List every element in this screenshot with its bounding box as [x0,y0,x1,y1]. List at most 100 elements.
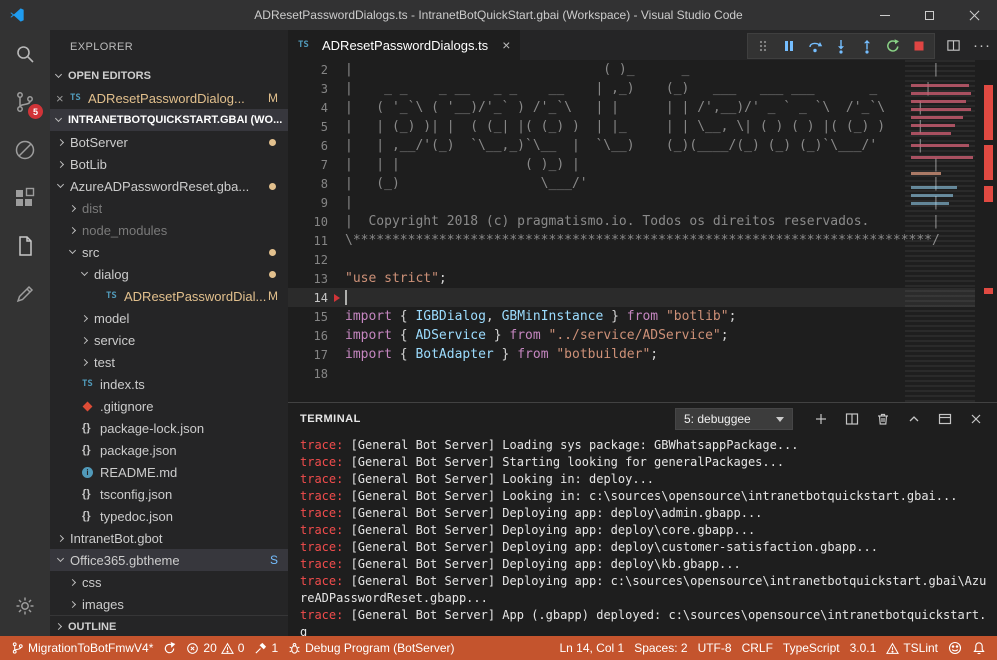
tree-item-gitignore[interactable]: .gitignore [50,395,288,417]
line-number[interactable]: 18 [288,367,328,381]
line-number[interactable]: 7 [288,158,328,172]
collapse-panel-icon[interactable] [905,410,923,428]
tree-item-src[interactable]: src [50,241,288,263]
language-mode-item[interactable]: TypeScript [778,636,845,660]
kill-terminal-icon[interactable] [874,410,892,428]
line-number[interactable]: 12 [288,253,328,267]
open-editor-item[interactable]: × TS ADResetPasswordDialog... M [50,87,288,109]
line-number[interactable]: 2 [288,63,328,77]
restart-icon[interactable] [883,36,903,56]
gear-icon[interactable] [0,582,50,630]
line-number[interactable]: 10 [288,215,328,229]
feedback-smiley-icon[interactable] [943,636,967,660]
tree-item-service[interactable]: service [50,329,288,351]
line-number[interactable]: 11 [288,234,328,248]
debug-icon[interactable] [0,126,50,174]
line-number[interactable]: 15 [288,310,328,324]
tab-label: ADResetPasswordDialogs.ts [322,38,488,53]
tree-item-package-lock-json[interactable]: {}package-lock.json [50,417,288,439]
code-line-16: 16import { ADService } from "../service/… [288,326,997,345]
maximize-panel-icon[interactable] [936,410,954,428]
terminal-line: trace: [General Bot Server] Loading sys … [300,437,987,454]
code-line-13: 13"use strict"; [288,269,997,288]
search-icon[interactable] [0,30,50,78]
step-over-icon[interactable] [805,36,825,56]
split-terminal-icon[interactable] [843,410,861,428]
line-number[interactable]: 5 [288,120,328,134]
tree-item-adresetpassworddial[interactable]: TSADResetPasswordDial...M [50,285,288,307]
more-actions-icon[interactable]: ··· [973,37,991,54]
tree-item-azureadpasswordreset-gba[interactable]: AzureADPasswordReset.gba... [50,175,288,197]
tree-item-label: service [94,333,135,348]
eol-item[interactable]: CRLF [737,636,778,660]
tree-item-intranetbot-gbot[interactable]: IntranetBot.gbot [50,527,288,549]
line-number[interactable]: 9 [288,196,328,210]
line-number[interactable]: 4 [288,101,328,115]
drag-handle-icon[interactable] [753,36,773,56]
ts-version-item[interactable]: 3.0.1 [845,636,882,660]
tree-item-node-modules[interactable]: node_modules [50,219,288,241]
problems-item[interactable]: 20 0 [181,636,249,660]
terminal-output[interactable]: trace: [General Bot Server] Loading sys … [300,437,987,636]
tree-item-package-json[interactable]: {}package.json [50,439,288,461]
tree-item-test[interactable]: test [50,351,288,373]
minimize-button[interactable] [862,0,907,30]
indentation-item[interactable]: Spaces: 2 [629,636,692,660]
tree-item-index-ts[interactable]: TSindex.ts [50,373,288,395]
open-editors-header[interactable]: OPEN EDITORS [50,65,288,87]
tree-item-tsconfig-json[interactable]: {}tsconfig.json [50,483,288,505]
line-number[interactable]: 8 [288,177,328,191]
line-number[interactable]: 13 [288,272,328,286]
overview-ruler[interactable] [975,60,997,402]
tree-item-images[interactable]: images [50,593,288,615]
tree-item-botlib[interactable]: BotLib [50,153,288,175]
close-panel-icon[interactable] [967,410,985,428]
tab-adresetpassworddialogs[interactable]: TS ADResetPasswordDialogs.ts × [288,30,520,60]
new-terminal-icon[interactable] [812,410,830,428]
notifications-bell-icon[interactable] [967,636,991,660]
encoding-item[interactable]: UTF-8 [693,636,737,660]
workspace-header[interactable]: INTRANETBOTQUICKSTART.GBAI (WO... [50,109,288,131]
line-number[interactable]: 6 [288,139,328,153]
sync-item[interactable] [158,636,181,660]
minimap[interactable] [905,60,975,402]
tree-item-readme-md[interactable]: iREADME.md [50,461,288,483]
source-control-icon[interactable]: 5 [0,78,50,126]
sidebar-title: EXPLORER [50,30,288,65]
extensions-icon[interactable] [0,174,50,222]
edit-icon[interactable] [0,270,50,318]
step-out-icon[interactable] [857,36,877,56]
tree-item-typedoc-json[interactable]: {}typedoc.json [50,505,288,527]
git-branch-item[interactable]: MigrationToBotFmwV4* [6,636,158,660]
maximize-button[interactable] [907,0,952,30]
tree-item-dialog[interactable]: dialog [50,263,288,285]
line-number[interactable]: 14 [288,291,328,305]
stop-icon[interactable] [909,36,929,56]
files-icon[interactable] [0,222,50,270]
close-icon[interactable]: × [502,37,510,53]
step-into-icon[interactable] [831,36,851,56]
code-editor[interactable]: 2| ( )_ _ |3| _ _ _ __ _ _ __ | ,_) (_) … [288,60,997,402]
pause-icon[interactable] [779,36,799,56]
terminal-selector[interactable]: 5: debuggee [675,408,793,430]
cursor-position-item[interactable]: Ln 14, Col 1 [554,636,629,660]
open-editor-label: ADResetPasswordDialog... [88,91,245,106]
tree-item-model[interactable]: model [50,307,288,329]
tree-item-botserver[interactable]: BotServer [50,131,288,153]
build-tasks-item[interactable]: 1 [249,636,283,660]
split-editor-icon[interactable] [943,35,963,55]
close-button[interactable] [952,0,997,30]
line-number[interactable]: 3 [288,82,328,96]
line-number[interactable]: 17 [288,348,328,362]
outline-header[interactable]: OUTLINE [50,615,288,636]
line-number[interactable]: 16 [288,329,328,343]
tree-item-office365-gbtheme[interactable]: Office365.gbthemeS [50,549,288,571]
tree-item-css[interactable]: css [50,571,288,593]
tree-item-label: package-lock.json [100,421,204,436]
close-icon[interactable]: × [56,91,70,106]
scm-badge: 5 [28,104,43,119]
debug-config-item[interactable]: Debug Program (BotServer) [283,636,459,660]
tslint-item[interactable]: TSLint [881,636,943,660]
tab-terminal[interactable]: TERMINAL [300,413,361,425]
tree-item-dist[interactable]: dist [50,197,288,219]
